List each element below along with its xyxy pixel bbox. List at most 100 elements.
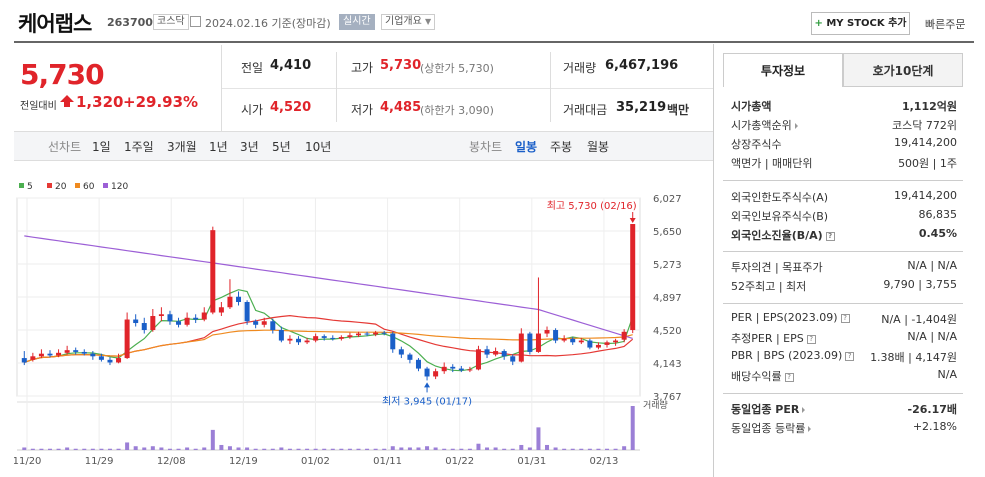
volume-bar xyxy=(416,447,421,450)
candle-body xyxy=(116,358,122,363)
tab-investment-info[interactable]: 투자정보 xyxy=(723,53,843,87)
period-1d[interactable]: 1일 xyxy=(92,138,111,155)
help-icon[interactable]: ? xyxy=(845,351,855,361)
panel-divider xyxy=(713,44,714,477)
info-row: PBR | BPS (2023.09)? 1.38배 | 4,147원 xyxy=(731,349,957,367)
volume-bar xyxy=(365,448,370,450)
base-date: 2024.02.16 기준(장마감) xyxy=(205,17,331,30)
price-chart[interactable]: 5 20 60 1206,0275,6505,2734,8974,5204,1433,… xyxy=(14,178,713,477)
info-row[interactable]: 동일업종 등락률 +2.18% xyxy=(731,420,957,438)
realtime-button[interactable]: 실시간 xyxy=(339,14,375,30)
legend-swatch xyxy=(103,183,108,188)
candle-body xyxy=(210,230,216,313)
info-row[interactable]: 시가총액순위 코스닥 772위 xyxy=(731,117,957,135)
info-key: 외국인보유주식수(B) xyxy=(731,210,829,223)
info-row: 외국인소진율(B/A)? 0.45% xyxy=(731,227,957,245)
tab-ask-10[interactable]: 호가10단계 xyxy=(843,53,963,87)
volume-bar xyxy=(296,448,301,450)
period-10y[interactable]: 10년 xyxy=(305,138,331,155)
info-value: N/A | -1,404원 xyxy=(881,313,957,326)
info-row: 외국인한도주식수(A) 19,414,200 xyxy=(731,189,957,207)
candle-body xyxy=(201,312,207,320)
volume-bar xyxy=(39,448,44,450)
line-chart-label: 선차트 xyxy=(48,140,82,154)
volume-bar xyxy=(142,447,147,450)
volume-bar xyxy=(442,448,447,450)
candle-body xyxy=(338,337,344,339)
volume-bar xyxy=(30,448,35,450)
candle-body xyxy=(90,353,96,357)
y-tick-label: 5,273 xyxy=(653,260,682,271)
company-overview-label: 기업개요 xyxy=(385,16,422,27)
info-key: 동일업종 PER xyxy=(731,403,800,416)
stock-code: 263700 xyxy=(107,16,153,29)
quick-order-link[interactable]: 빠른주문 xyxy=(925,16,965,32)
candle-body xyxy=(193,317,199,320)
info-row: 52주최고 | 최저 9,790 | 3,755 xyxy=(731,278,957,296)
candle-body xyxy=(278,330,284,341)
candle-body xyxy=(73,350,79,352)
high-annotation: 최고 5,730 (02/16) xyxy=(547,200,637,212)
help-icon[interactable]: ? xyxy=(840,313,850,323)
volume-bar xyxy=(322,448,327,450)
candle-body xyxy=(467,369,473,371)
help-icon[interactable]: ? xyxy=(825,231,835,241)
volume-bar xyxy=(450,448,455,450)
lower-limit: (하한가 3,090) xyxy=(420,104,494,117)
volume-bar xyxy=(82,448,87,450)
period-1w[interactable]: 1주일 xyxy=(124,138,154,155)
candle-body xyxy=(578,340,584,343)
volume-bar xyxy=(605,448,610,450)
candle-daily[interactable]: 일봉 xyxy=(515,138,537,155)
low-value: 4,485 xyxy=(380,100,422,115)
candle-weekly[interactable]: 주봉 xyxy=(550,138,572,155)
candle-body xyxy=(613,340,619,343)
info-row: 배당수익률? N/A xyxy=(731,368,957,386)
period-3y[interactable]: 3년 xyxy=(240,138,259,155)
candle-body xyxy=(390,333,396,350)
info-row: 시가총액 1,112억원 xyxy=(731,98,957,116)
candle-body xyxy=(415,359,421,369)
volume-bar xyxy=(562,448,567,450)
volume-bar xyxy=(502,448,507,450)
candle-monthly[interactable]: 월봉 xyxy=(587,138,609,155)
candle-body xyxy=(630,224,636,331)
candle-body xyxy=(244,301,250,322)
mystock-add-button[interactable]: + MY STOCK 추가 xyxy=(811,12,910,35)
high-label: 고가 xyxy=(351,61,374,75)
legend-label: 60 xyxy=(83,182,95,192)
candle-body xyxy=(450,366,456,369)
volume-bar xyxy=(227,446,232,450)
volume-bar xyxy=(347,448,352,450)
candle-body xyxy=(64,350,70,353)
candle-chart-label: 봉차트 xyxy=(469,140,503,154)
legend-swatch xyxy=(19,183,24,188)
chevron-down-icon: ▼ xyxy=(425,17,432,26)
volume-bar xyxy=(176,448,181,450)
info-value: 9,790 | 3,755 xyxy=(883,278,957,291)
volume-bar xyxy=(399,447,404,450)
mystock-add-label: MY STOCK 추가 xyxy=(826,18,907,29)
volume-bar xyxy=(116,448,121,450)
help-icon[interactable]: ? xyxy=(784,372,794,382)
x-tick-label: 11/20 xyxy=(14,456,41,467)
volume-bar xyxy=(219,444,224,450)
volume-bar xyxy=(485,447,490,450)
period-5y[interactable]: 5년 xyxy=(272,138,291,155)
candle-body xyxy=(81,351,87,354)
info-key: 상장주식수 xyxy=(731,138,782,151)
x-tick-label: 01/22 xyxy=(445,456,474,467)
volume-bar xyxy=(65,447,70,450)
info-row[interactable]: 동일업종 PER -26.17배 xyxy=(731,401,957,419)
candle-body xyxy=(553,330,559,341)
period-3m[interactable]: 3개월 xyxy=(167,138,197,155)
candle-body xyxy=(30,356,36,360)
help-icon[interactable]: ? xyxy=(806,334,816,344)
info-value: 0.45% xyxy=(918,227,957,240)
volume-bar xyxy=(467,448,472,450)
prev-close-label: 전일 xyxy=(241,61,264,75)
company-overview-dropdown[interactable]: 기업개요 ▼ xyxy=(381,14,436,30)
candle-body xyxy=(313,336,319,341)
period-1y[interactable]: 1년 xyxy=(209,138,228,155)
candle-body xyxy=(493,351,499,355)
